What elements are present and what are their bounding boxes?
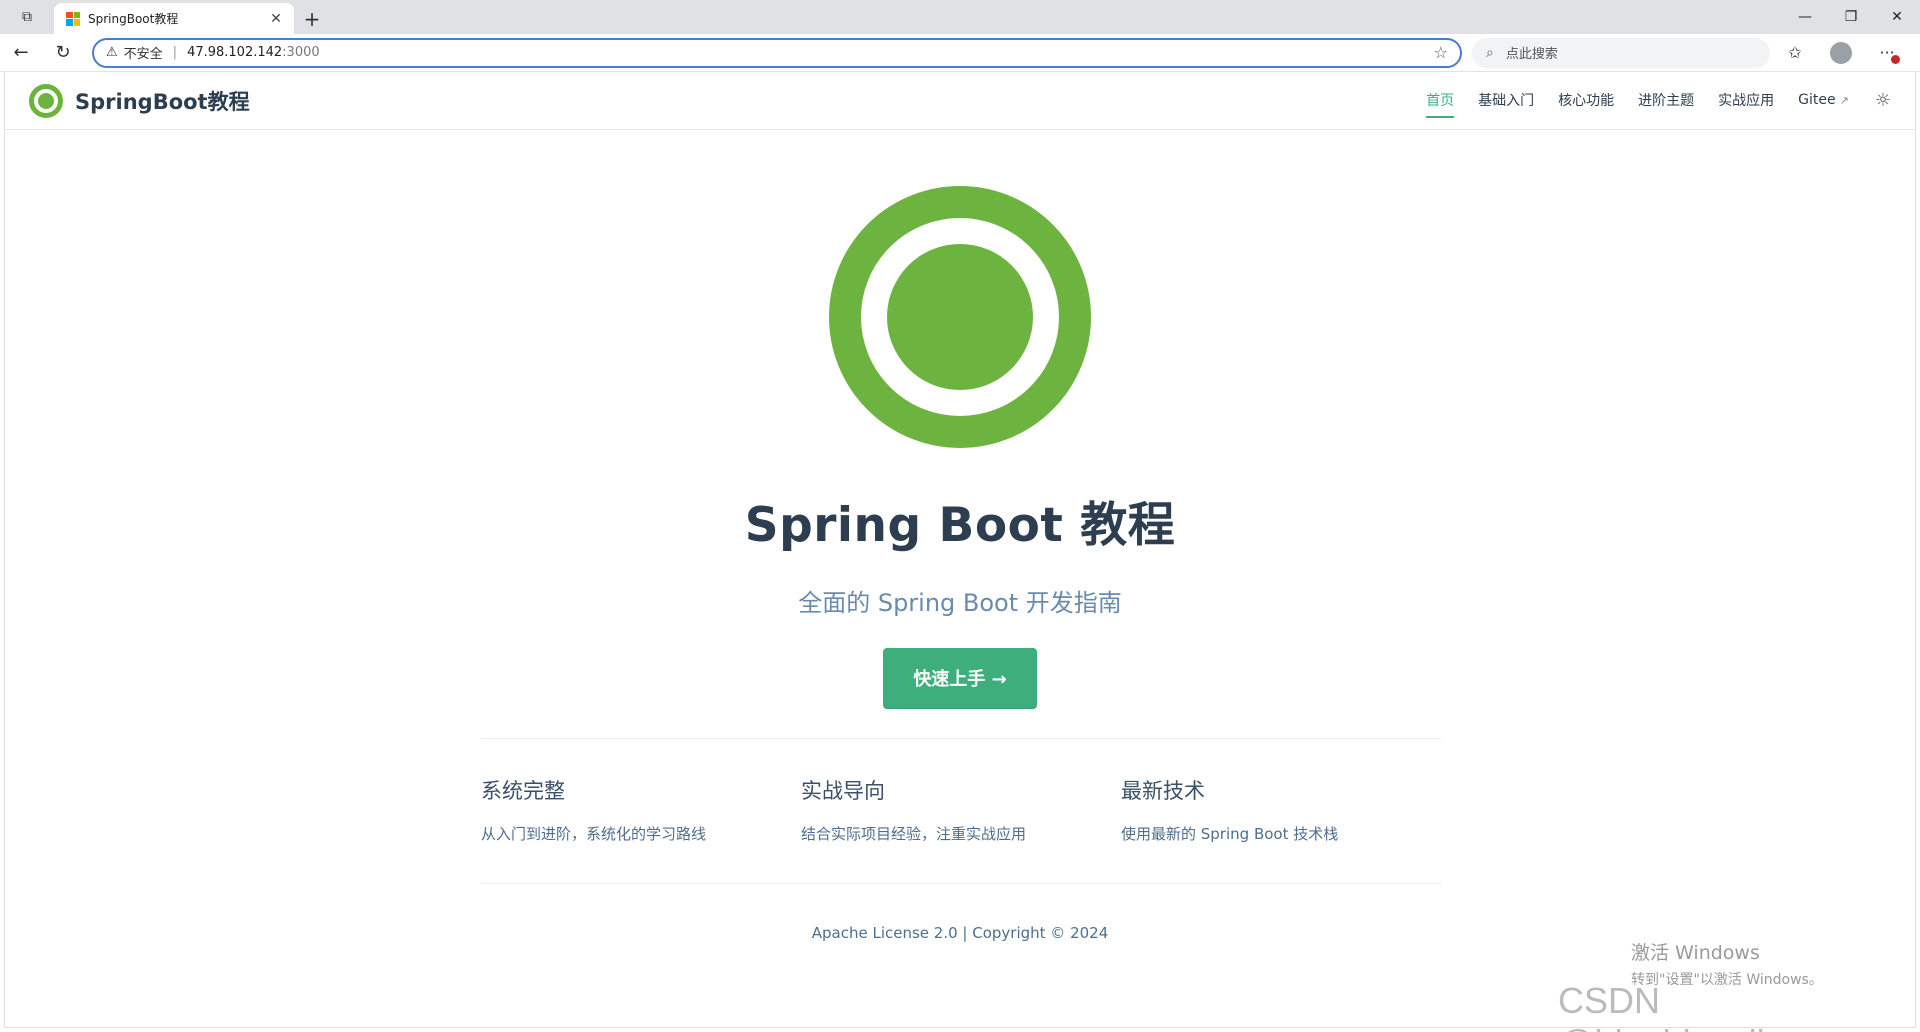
feature-details: 结合实际项目经验，注重实战应用 [801,825,1027,843]
notification-badge [1891,54,1900,64]
site-navbar: SpringBoot教程 首页 基础入门 核心功能 进阶主题 实战应用 Gite… [5,72,1915,130]
address-bar[interactable]: ⚠ 不安全 | 47.98.102.142:3000 ☆ [92,37,1462,68]
nav-link-practice[interactable]: 实战应用 [1718,84,1774,118]
feature-title: 系统完整 [481,779,565,803]
nav-link-basics[interactable]: 基础入门 [1478,84,1534,118]
feature-item: 最新技术 使用最新的 Spring Boot 技术栈 [1121,775,1441,883]
feature-title: 实战导向 [801,779,885,803]
nav-link-home[interactable]: 首页 [1426,84,1455,118]
window-controls: — ❐ ✕ [1782,0,1920,34]
favorites-icon[interactable]: ✩ [1772,34,1818,72]
tab-close-icon[interactable]: ✕ [268,11,284,27]
minimize-icon[interactable]: — [1782,0,1828,34]
nav-link-core[interactable]: 核心功能 [1558,84,1614,118]
profile-button[interactable] [1818,34,1864,72]
address-separator: | [172,45,178,60]
more-options-icon[interactable]: ··· [1864,34,1910,72]
feature-item: 系统完整 从入门到进阶，系统化的学习路线 [481,775,801,883]
tab-favicon-icon [66,11,80,26]
refresh-icon[interactable]: ↻ [42,34,84,72]
restore-icon[interactable]: ❐ [1828,0,1874,34]
external-link-icon: ↗ [1839,93,1849,107]
feature-title: 最新技术 [1121,779,1205,803]
feature-details: 使用最新的 Spring Boot 技术栈 [1121,825,1339,843]
browser-toolbar: ← ↻ ⚠ 不安全 | 47.98.102.142:3000 ☆ ⌕ 点此搜索 … [0,34,1920,72]
tab-title: SpringBoot教程 [88,12,179,26]
hero-title: Spring Boot 教程 [744,498,1176,553]
favorite-star-icon[interactable]: ☆ [1434,43,1448,62]
site-title[interactable]: SpringBoot教程 [75,86,250,116]
back-icon[interactable]: ← [0,34,42,72]
warning-icon: ⚠ [106,45,118,60]
activation-line-1: 激活 Windows [1631,942,1760,964]
hero-section: Spring Boot 教程 全面的 Spring Boot 开发指南 快速上手… [5,130,1915,709]
page-viewport: SpringBoot教程 首页 基础入门 核心功能 进阶主题 实战应用 Gite… [4,72,1916,1028]
hero-description: 全面的 Spring Boot 开发指南 [798,589,1122,617]
address-port: :3000 [282,45,320,60]
avatar-icon [1830,41,1852,64]
nav-link-advanced[interactable]: 进阶主题 [1638,84,1694,118]
hero-spring-logo-icon [829,186,1091,448]
feature-item: 实战导向 结合实际项目经验，注重实战应用 [801,775,1121,883]
new-tab-icon[interactable]: + [294,3,330,34]
browser-tab[interactable]: SpringBoot教程 ✕ [54,3,294,34]
nav-links: 首页 基础入门 核心功能 进阶主题 实战应用 Gitee ↗ ☼ [1402,84,1891,118]
search-placeholder: 点此搜索 [1505,47,1558,62]
features-section: 系统完整 从入门到进阶，系统化的学习路线 实战导向 结合实际项目经验，注重实战应… [481,738,1441,884]
toolbar-right-actions: ✩ ··· [1772,34,1920,72]
address-host: 47.98.102.142 [187,45,283,60]
security-label: 不安全 [123,47,163,62]
feature-details: 从入门到进阶，系统化的学习路线 [481,825,707,843]
get-started-button[interactable]: 快速上手 → [883,648,1037,709]
search-icon: ⌕ [1486,44,1494,61]
csdn-watermark: CSDN @bingbingyihao [1558,980,1817,1032]
nav-link-gitee[interactable]: Gitee ↗ [1798,86,1849,116]
nav-link-gitee-label: Gitee [1798,91,1836,108]
browser-search-box[interactable]: ⌕ 点此搜索 [1472,37,1770,68]
window-close-icon[interactable]: ✕ [1874,0,1920,34]
browser-tab-bar: ⧉ SpringBoot教程 ✕ + — ❐ ✕ [0,0,1920,34]
tab-actions-icon[interactable]: ⧉ [0,0,54,34]
spring-logo-icon[interactable] [29,83,63,118]
theme-toggle-sun-icon[interactable]: ☼ [1875,90,1891,111]
page-footer: Apache License 2.0 | Copyright © 2024 [811,924,1109,942]
